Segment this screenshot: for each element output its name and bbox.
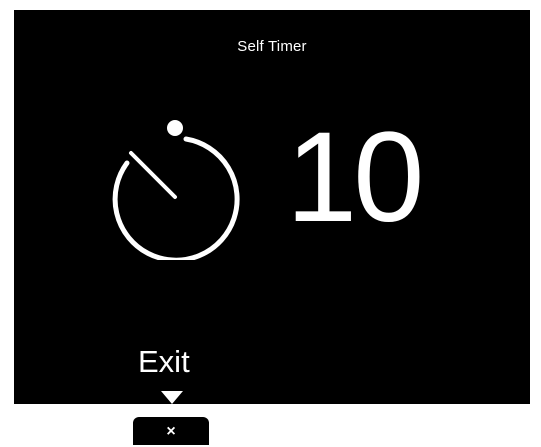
triangle-down-icon: [161, 391, 183, 404]
close-icon: ×: [166, 423, 176, 440]
exit-label: Exit: [138, 344, 190, 379]
screen-title: Self Timer: [237, 38, 307, 55]
exit-button[interactable]: ×: [133, 417, 209, 445]
countdown-value: 10: [286, 106, 424, 249]
self-timer-screen: Self Timer 10 Exit: [14, 10, 530, 404]
stopwatch-icon: [112, 120, 240, 260]
